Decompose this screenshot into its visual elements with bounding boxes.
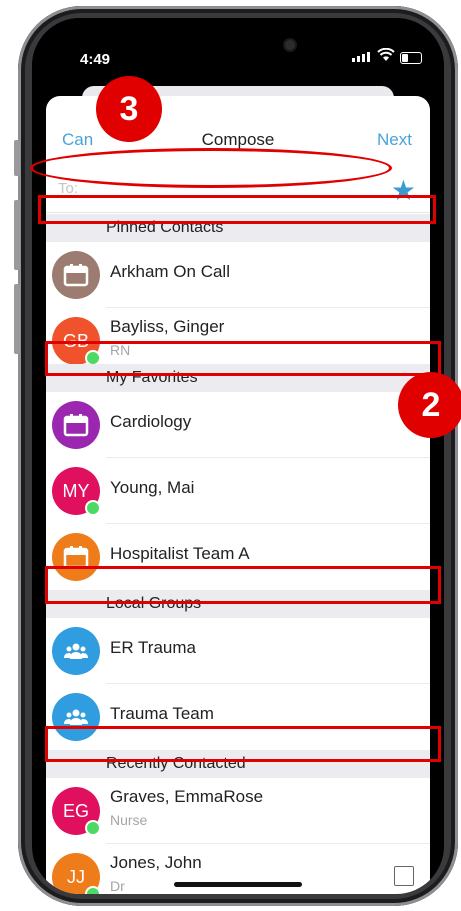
wifi-icon — [377, 48, 395, 61]
contact-row[interactable]: Cardiology — [46, 392, 430, 458]
contact-name: Cardiology — [110, 412, 192, 431]
to-field-highlight — [30, 148, 392, 188]
pinned-contacts-highlight — [38, 195, 436, 224]
contact-row[interactable]: EG Graves, EmmaRose Nurse — [46, 778, 430, 844]
calendar-icon — [52, 401, 100, 449]
avatar: MY — [52, 467, 101, 516]
avatar: JJ — [52, 853, 101, 894]
contact-row[interactable]: MY Young, Mai — [46, 458, 430, 524]
avatar-initials: EG — [62, 800, 89, 821]
annotation-badge-2: 2 — [398, 372, 461, 438]
volume-down-button — [14, 284, 20, 354]
avatar: EG — [52, 787, 101, 836]
contact-subtitle: Dr — [110, 878, 125, 894]
online-status-dot — [85, 820, 101, 836]
contact-name: Jones, John — [110, 853, 202, 872]
note-icon[interactable] — [394, 866, 414, 886]
next-button[interactable]: Next — [377, 130, 412, 150]
volume-up-button — [14, 200, 20, 270]
group-icon — [52, 627, 100, 675]
status-time: 4:49 — [80, 51, 111, 68]
contact-row[interactable]: Arkham On Call — [46, 242, 430, 308]
contact-name: Arkham On Call — [110, 262, 230, 281]
contact-name: Young, Mai — [110, 478, 195, 497]
avatar-initials: JJ — [67, 866, 85, 887]
online-status-dot — [85, 886, 101, 894]
battery-icon — [400, 52, 422, 64]
contact-name: Bayliss, Ginger — [110, 317, 225, 336]
contact-name: ER Trauma — [110, 638, 196, 657]
local-groups-highlight — [45, 566, 441, 604]
signal-icon — [352, 52, 370, 62]
contact-name: Graves, EmmaRose — [110, 787, 264, 806]
recently-contacted-highlight — [45, 726, 441, 762]
calendar-icon — [52, 251, 100, 299]
annotation-badge-3: 3 — [96, 76, 162, 142]
online-status-dot — [85, 500, 101, 516]
my-favorites-highlight — [45, 341, 441, 376]
contact-name: Trauma Team — [110, 704, 214, 723]
contact-row[interactable]: ER Trauma — [46, 618, 430, 684]
avatar-initials: MY — [62, 480, 90, 501]
contact-subtitle: Nurse — [110, 812, 148, 828]
front-camera — [283, 38, 297, 52]
contact-name: Hospitalist Team A — [110, 544, 250, 563]
page-title: Compose — [201, 130, 275, 149]
home-indicator[interactable] — [174, 882, 302, 887]
mute-switch — [14, 140, 20, 176]
